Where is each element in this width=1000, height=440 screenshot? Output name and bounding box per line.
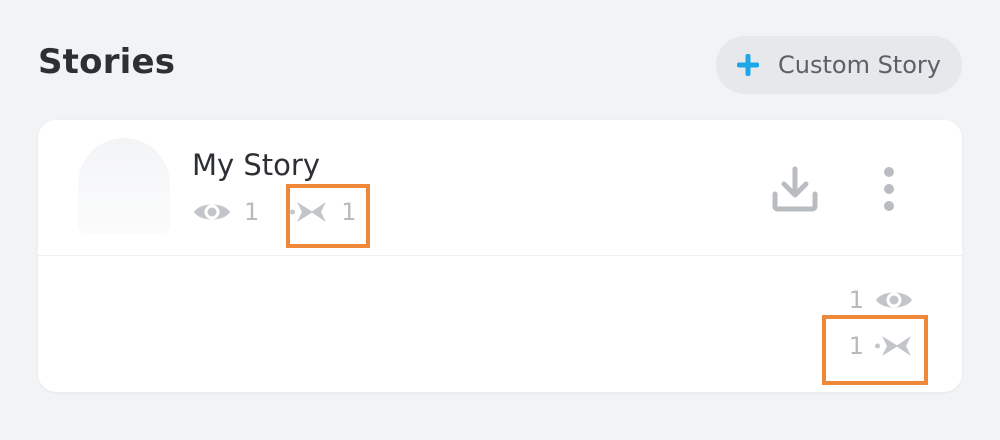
story-card: My Story 1 1 1 1: [38, 120, 962, 392]
eye-icon: [194, 204, 230, 220]
screenshot-arrows-icon: [290, 202, 327, 222]
story-screenshots-stat: 1: [289, 198, 357, 226]
story-title[interactable]: My Story: [192, 148, 320, 182]
story-views-stat: 1: [192, 198, 259, 226]
more-vertical-icon[interactable]: [874, 164, 904, 214]
snap-screenshots-count: 1: [848, 332, 864, 360]
snap-screenshots-stat: 1: [849, 332, 914, 360]
story-screenshots-count: 1: [341, 198, 357, 226]
custom-story-button[interactable]: Custom Story: [716, 36, 962, 94]
screenshot-arrows-icon: [875, 336, 911, 356]
download-icon[interactable]: [770, 164, 820, 214]
plus-icon: [737, 54, 759, 76]
story-snap-row[interactable]: 1 1: [38, 256, 962, 392]
custom-story-label: Custom Story: [778, 51, 941, 79]
snap-views-count: 1: [848, 286, 864, 314]
story-views-count: 1: [244, 198, 260, 226]
page-title: Stories: [38, 42, 176, 82]
story-thumbnail[interactable]: [78, 138, 170, 234]
story-stats: 1 1: [192, 194, 357, 230]
eye-icon: [876, 292, 912, 308]
snap-views-stat: 1: [849, 286, 914, 314]
